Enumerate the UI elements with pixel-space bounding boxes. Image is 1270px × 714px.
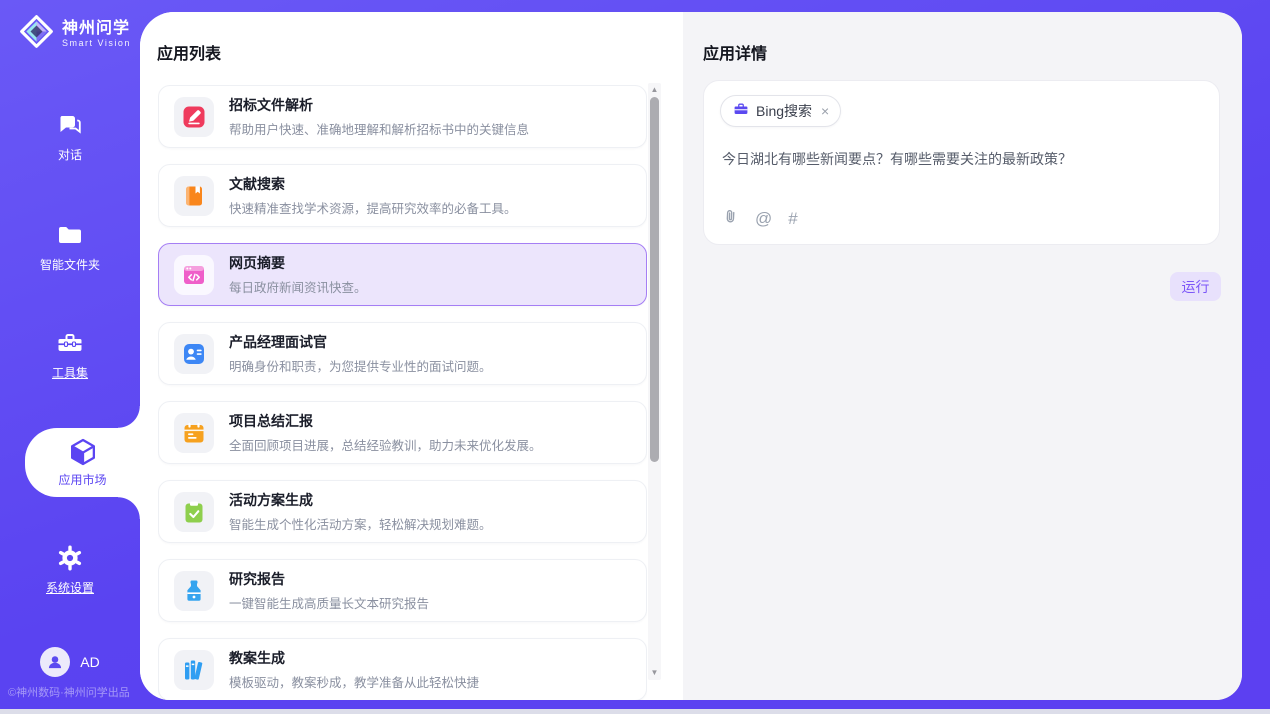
run-button[interactable]: 运行 [1170, 272, 1221, 301]
app-icon-badge [174, 650, 214, 690]
list-scrollbar[interactable]: ▲ ▼ [648, 83, 661, 680]
sidebar-item-market[interactable]: 应用市场 [25, 428, 140, 497]
app-card[interactable]: 产品经理面试官 明确身份和职责，为您提供专业性的面试问题。 [158, 322, 647, 385]
scroll-down-icon[interactable]: ▼ [648, 667, 661, 679]
app-icon-badge [174, 571, 214, 611]
copyright-text: ©神州数码·神州问学出品 [8, 684, 130, 700]
sidebar-item-toolkit[interactable]: 工具集 [0, 329, 140, 381]
folder-icon [56, 221, 84, 249]
calendar-icon [182, 421, 206, 445]
chat-icon [56, 111, 84, 139]
sidebar-item-folders[interactable]: 智能文件夹 [0, 221, 140, 273]
toolbox-icon [56, 329, 84, 357]
main-content: 应用列表 招标文件解析 帮助用户快速、准确地理解和解析招标书中的关键信息 [140, 12, 1242, 700]
browser-icon [182, 263, 206, 287]
input-toolbar: @ # [722, 210, 798, 228]
app-card[interactable]: 教案生成 模板驱动，教案秒成，教学准备从此轻松快捷 [158, 638, 647, 700]
toolbar-icon[interactable]: @ [755, 210, 772, 228]
gear-icon [56, 544, 84, 572]
user-icon [45, 652, 65, 672]
scroll-up-icon[interactable]: ▲ [648, 84, 661, 96]
sidebar: 神州问学 Smart Vision 对话 智能文件夹 工具集 应用市场 系统设置 [0, 0, 140, 714]
app-card[interactable]: 招标文件解析 帮助用户快速、准确地理解和解析招标书中的关键信息 [158, 85, 647, 148]
book-icon [182, 184, 206, 208]
sidebar-item-settings[interactable]: 系统设置 [0, 544, 140, 596]
app-icon-badge [174, 176, 214, 216]
app-icon-badge [174, 255, 214, 295]
tool-chip-bing[interactable]: Bing搜索 × [720, 95, 841, 127]
app-icon-badge [174, 97, 214, 137]
sidebar-item-chat[interactable]: 对话 [0, 111, 140, 163]
app-detail-panel: 应用详情 Bing搜索 × 今日湖北有哪些新闻要点？有哪些需要关注的最新政策？ … [683, 12, 1242, 700]
interview-icon [182, 342, 206, 366]
query-input[interactable]: 今日湖北有哪些新闻要点？有哪些需要关注的最新政策？ [722, 149, 1203, 169]
app-list-title: 应用列表 [157, 40, 221, 64]
books-icon [182, 658, 206, 682]
prompt-card[interactable]: Bing搜索 × 今日湖北有哪些新闻要点？有哪些需要关注的最新政策？ @ # [703, 80, 1220, 245]
toolbar-icon[interactable]: # [788, 210, 797, 228]
clipboard-check-icon [182, 500, 206, 524]
scrollbar-thumb[interactable] [650, 97, 659, 462]
app-card[interactable]: 网页摘要 每日政府新闻资讯快查。 [158, 243, 647, 306]
user-account[interactable]: AD [0, 647, 140, 677]
tool-chip-label: Bing搜索 [756, 101, 812, 121]
at-icon: @ [755, 209, 772, 229]
app-card[interactable]: 文献搜索 快速精准查找学术资源，提高研究效率的必备工具。 [158, 164, 647, 227]
report-icon [182, 579, 206, 603]
chip-close-icon[interactable]: × [821, 103, 829, 119]
app-card[interactable]: 活动方案生成 智能生成个性化活动方案，轻松解决规划难题。 [158, 480, 647, 543]
app-detail-title: 应用详情 [703, 40, 767, 64]
bottom-edge-strip [0, 709, 1270, 714]
app-card[interactable]: 项目总结汇报 全面回顾项目进展，总结经验教训，助力未来优化发展。 [158, 401, 647, 464]
avatar [40, 647, 70, 677]
app-icon-badge [174, 413, 214, 453]
app-list: 招标文件解析 帮助用户快速、准确地理解和解析招标书中的关键信息 文献搜索 快速精… [158, 85, 647, 700]
sidebar-nav: 对话 智能文件夹 工具集 应用市场 系统设置 [0, 0, 140, 714]
pen-icon [182, 105, 206, 129]
app-card[interactable]: 研究报告 一键智能生成高质量长文本研究报告 [158, 559, 647, 622]
paperclip-icon [722, 208, 739, 230]
app-list-panel: 应用列表 招标文件解析 帮助用户快速、准确地理解和解析招标书中的关键信息 [140, 12, 683, 700]
app-icon-badge [174, 492, 214, 532]
hash-icon: # [788, 209, 797, 229]
cube-icon [67, 438, 99, 466]
user-name: AD [80, 654, 99, 670]
toolbar-icon[interactable] [722, 210, 739, 228]
briefcase-icon [733, 101, 749, 122]
app-icon-badge [174, 334, 214, 374]
